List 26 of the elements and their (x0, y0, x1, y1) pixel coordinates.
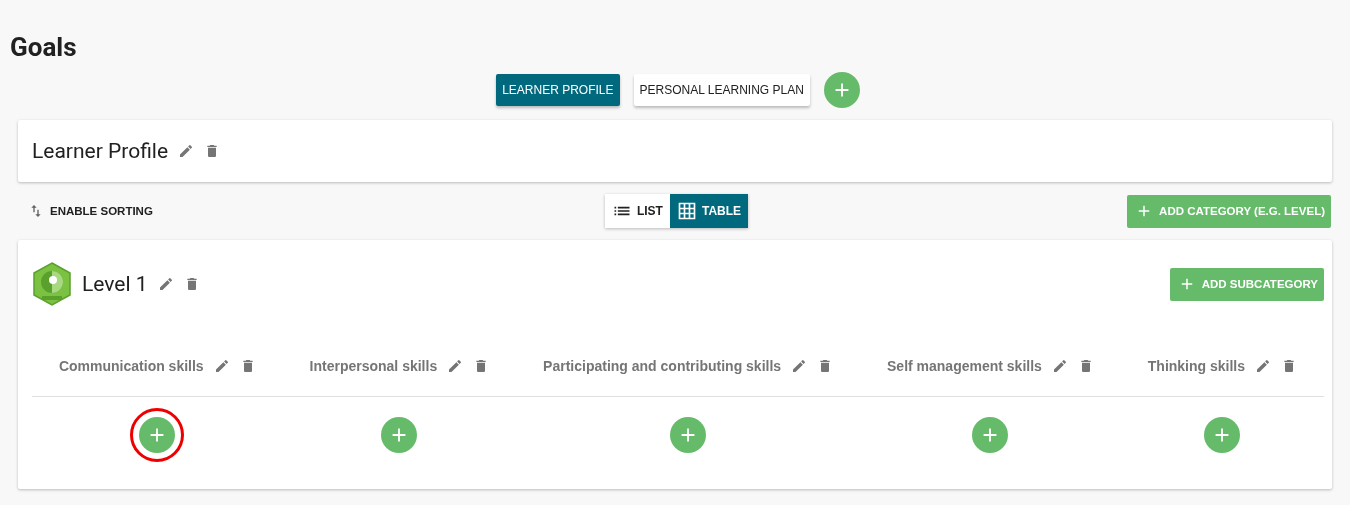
edit-icon[interactable] (157, 276, 174, 292)
column-header: Self management skills (887, 358, 1042, 374)
column-header: Interpersonal skills (309, 358, 438, 374)
edit-icon[interactable] (1255, 358, 1272, 374)
edit-icon[interactable] (447, 358, 464, 374)
tab[interactable]: LEARNER PROFILE (496, 74, 620, 106)
sorting-button[interactable]: ENABLE SORTING (22, 202, 159, 220)
add-item-button[interactable] (1204, 417, 1241, 453)
level-title: Level 1 (82, 272, 148, 296)
add-item-button[interactable] (670, 417, 707, 453)
grid-icon (676, 201, 697, 221)
add-item-button[interactable] (972, 417, 1009, 453)
add-item-button[interactable] (381, 417, 418, 453)
tab[interactable]: PERSONAL LEARNING PLAN (633, 74, 810, 106)
profile-title: Learner Profile (32, 139, 169, 163)
view-toggle[interactable]: LIST (604, 194, 670, 228)
column-header: Participating and contributing skills (543, 358, 782, 374)
edit-icon[interactable] (1051, 358, 1068, 374)
edit-icon[interactable] (213, 358, 230, 374)
page-title: Goals (9, 31, 78, 64)
column-header: Thinking skills (1147, 358, 1246, 374)
view-toggle[interactable]: TABLE (669, 194, 749, 228)
edit-icon[interactable] (178, 143, 195, 159)
edit-icon[interactable] (791, 358, 808, 374)
level-badge-icon (32, 262, 72, 306)
column-header: Communication skills (58, 358, 204, 374)
